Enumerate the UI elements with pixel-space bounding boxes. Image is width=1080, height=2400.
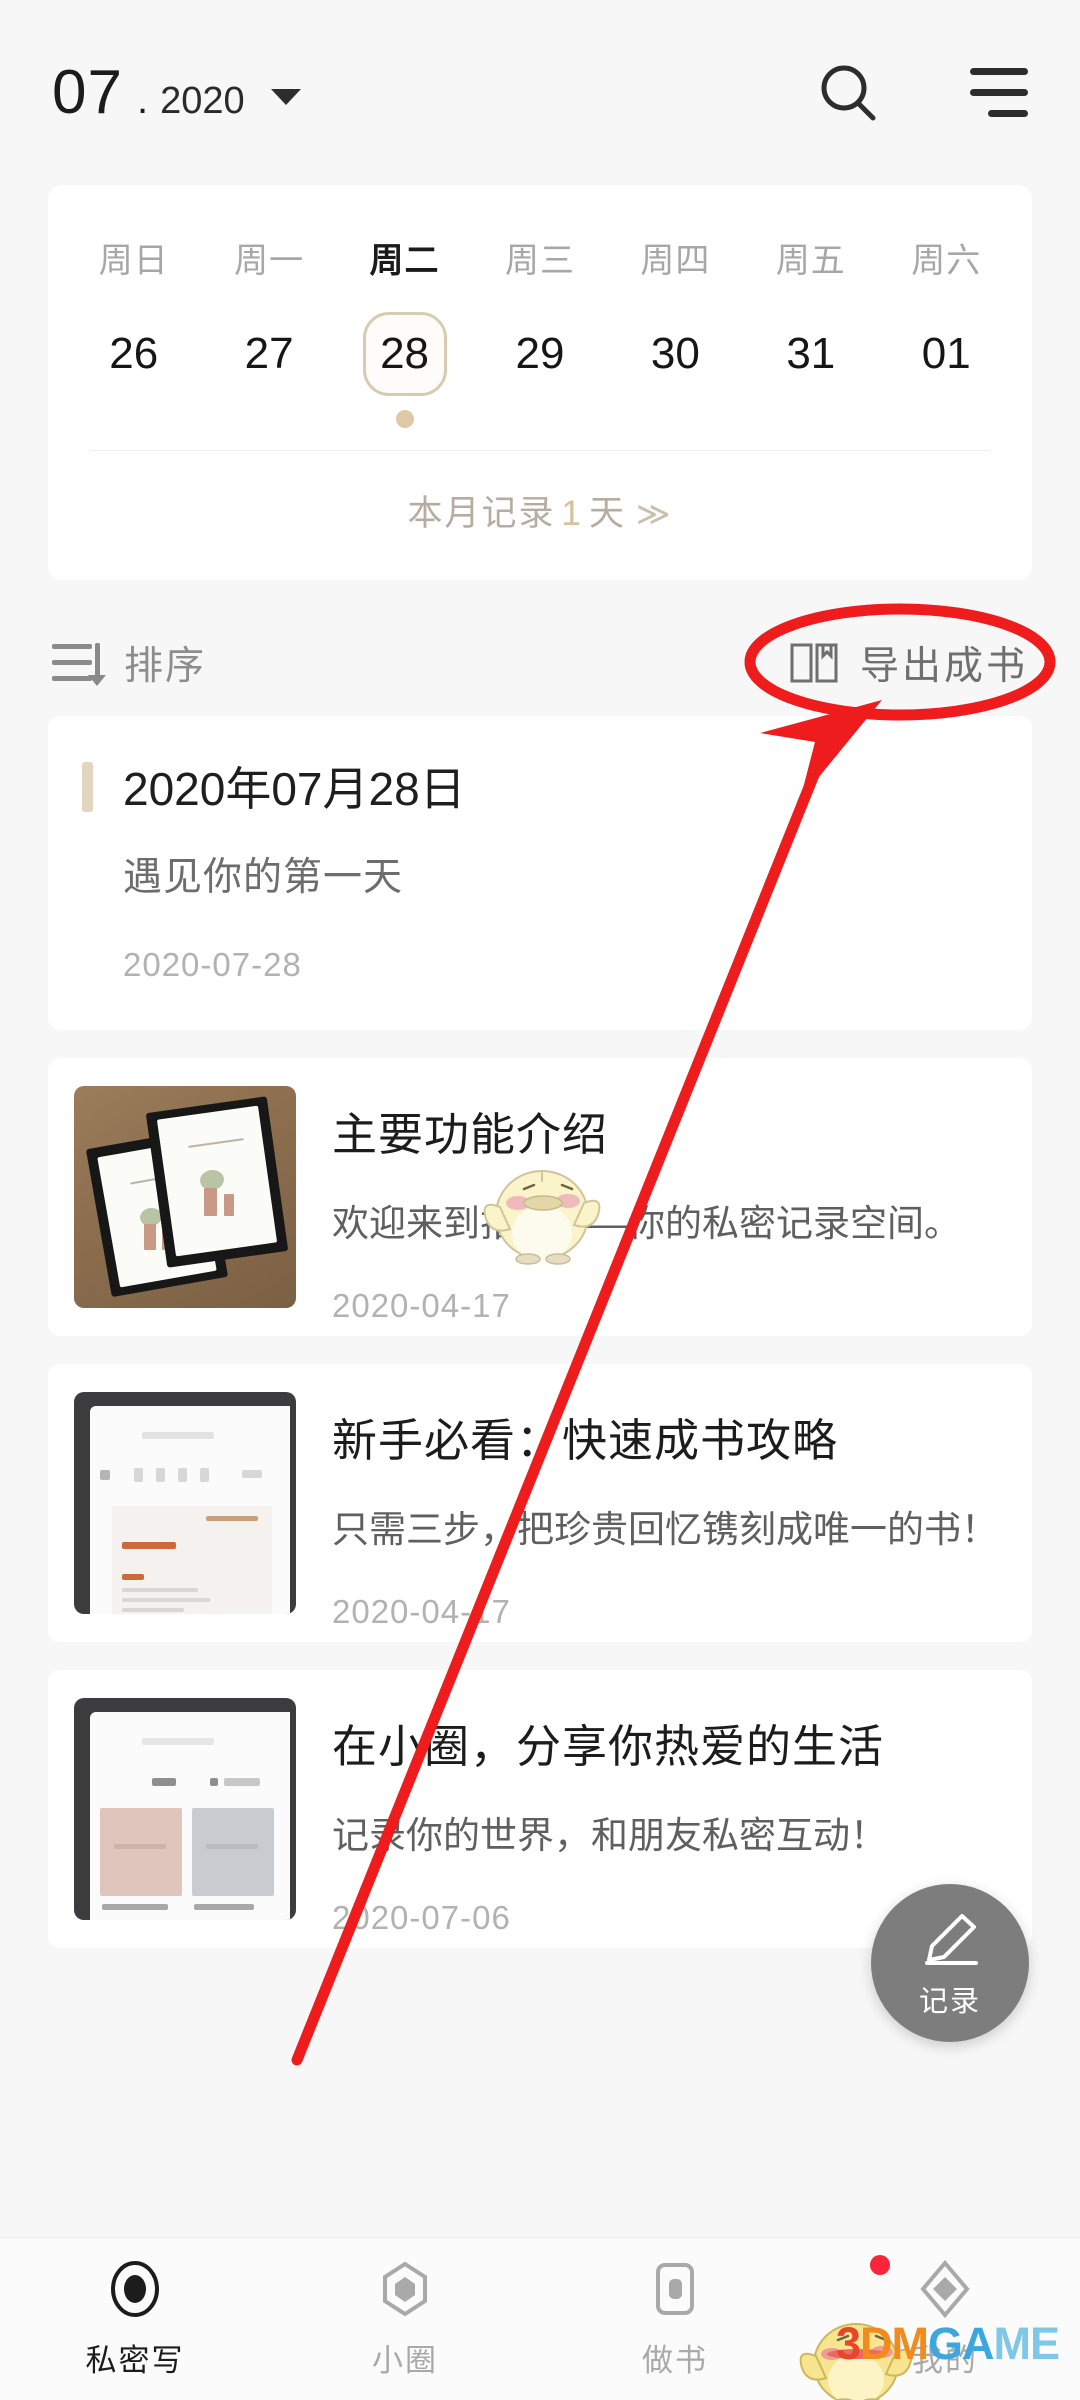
watermark-3dmgame: 3DMGAME	[836, 2318, 1060, 2370]
month-summary-toggle[interactable]: 本月记录 1 天 ≫	[48, 451, 1032, 536]
diamond-icon	[920, 2259, 970, 2318]
day-number: 26	[109, 329, 159, 378]
entry-subtitle: 遇见你的第一天	[123, 856, 404, 899]
chevron-down-icon	[270, 88, 301, 105]
month-summary-prefix: 本月记录	[407, 494, 556, 533]
calendar-weekday-cell: 周三	[472, 233, 607, 282]
calendar-weekday-cell: 周日	[66, 233, 201, 282]
chevron-double-down-icon: ≫	[635, 495, 673, 532]
entry-subtitle: 记录你的世界，和朋友私密互动！	[332, 1815, 887, 1856]
hamburger-menu-icon	[970, 68, 1028, 117]
search-button[interactable]	[818, 62, 880, 124]
calendar-day-cell[interactable]: 30	[608, 312, 743, 428]
entry-list: 2020年07月28日 遇见你的第一天 2020-07-28 主要功能介绍 欢迎…	[48, 716, 1032, 1976]
calendar-day-cell[interactable]: 26	[66, 312, 201, 428]
tab-label: 做书	[642, 2342, 708, 2378]
weekday-label: 周四	[640, 242, 711, 280]
hexagon-icon	[383, 2261, 427, 2316]
entry-text: 主要功能介绍 欢迎来到拾柒——你的私密记录空间。 2020-04-17	[296, 1058, 1032, 1336]
tab-small-circle[interactable]: 小圈	[270, 2259, 540, 2380]
entry-accent-bar	[82, 762, 93, 812]
calendar-day-row: 26 27 28 29 30 31 01	[48, 282, 1032, 428]
entry-date: 2020-07-28	[123, 946, 302, 983]
menu-button[interactable]	[970, 68, 1028, 117]
calendar-card: 周日 周一 周二 周三 周四 周五 周六 26 27 28 29 30 31 0…	[48, 185, 1032, 580]
export-to-book-button[interactable]: 导出成书	[790, 635, 1028, 691]
list-toolbar: 排序 导出成书	[0, 598, 1080, 728]
yellow-chick-sticker	[483, 1170, 601, 1265]
calendar-weekday-cell: 周五	[743, 233, 878, 282]
app-header: 07 . 2020	[0, 0, 1080, 185]
entry-date: 2020-04-17	[332, 1593, 511, 1630]
entry-title-row: 2020年07月28日	[48, 762, 1032, 812]
day-number: 31	[786, 329, 836, 378]
sort-button[interactable]: 排序	[52, 635, 206, 691]
month-year-selector[interactable]: 07 . 2020	[52, 57, 818, 128]
header-year: 2020	[160, 80, 245, 122]
open-book-icon	[790, 641, 838, 685]
tab-label: 私密写	[85, 2342, 185, 2378]
entry-title: 在小圈，分享你热爱的生活	[332, 1721, 885, 1772]
entry-subtitle: 只需三步，把珍贵回忆镌刻成唯一的书！	[332, 1509, 998, 1550]
entry-text: 新手必看：快速成书攻略 只需三步，把珍贵回忆镌刻成唯一的书！ 2020-04-1…	[296, 1364, 1032, 1642]
entry-title: 新手必看：快速成书攻略	[332, 1415, 839, 1466]
list-item[interactable]: 新手必看：快速成书攻略 只需三步，把珍贵回忆镌刻成唯一的书！ 2020-04-1…	[48, 1364, 1032, 1642]
export-label: 导出成书	[859, 645, 1028, 688]
app-screen: 07 . 2020 周日 周一 周二 周三 周四 周五 周六 26 27 28 …	[0, 0, 1080, 2400]
sort-lines-icon	[52, 641, 106, 686]
weekday-label: 周一	[234, 242, 305, 280]
calendar-day-cell[interactable]: 29	[472, 312, 607, 428]
watermark-part: ME	[993, 2318, 1060, 2369]
day-marker-dot	[395, 410, 414, 428]
weekday-label: 周六	[911, 242, 982, 280]
watermark-part: GA	[928, 2318, 994, 2369]
entry-date: 2020-04-17	[332, 1287, 511, 1324]
tab-private-write[interactable]: 私密写	[0, 2259, 270, 2380]
calendar-weekday-cell: 周一	[201, 233, 336, 282]
entry-title: 主要功能介绍	[332, 1109, 609, 1160]
filled-circle-icon	[111, 2260, 159, 2317]
day-number: 29	[515, 329, 565, 378]
book-square-icon	[656, 2262, 694, 2315]
header-actions	[818, 62, 1028, 124]
month-summary-suffix: 天	[588, 494, 626, 533]
entry-thumbnail-photo-books	[74, 1086, 296, 1308]
weekday-label: 周五	[775, 242, 846, 280]
entry-title: 2020年07月28日	[123, 763, 466, 815]
weekday-label: 周三	[504, 242, 575, 280]
calendar-weekday-row: 周日 周一 周二 周三 周四 周五 周六	[48, 185, 1032, 282]
fab-label: 记录	[918, 1986, 981, 2018]
list-item[interactable]: 在小圈，分享你热爱的生活 记录你的世界，和朋友私密互动！ 2020-07-06	[48, 1670, 1032, 1948]
calendar-weekday-cell: 周二	[337, 233, 472, 282]
calendar-weekday-cell: 周六	[879, 233, 1014, 282]
entry-subtitle: 欢迎来到拾柒——你的私密记录空间。	[332, 1203, 961, 1244]
weekday-label: 周日	[98, 242, 169, 280]
day-number: 30	[650, 329, 700, 378]
header-month: 07	[52, 58, 123, 127]
day-number: 28	[362, 312, 447, 396]
weekday-label-selected: 周二	[369, 242, 440, 280]
sort-label: 排序	[124, 645, 207, 688]
calendar-day-cell-selected[interactable]: 28	[337, 312, 472, 428]
calendar-day-cell[interactable]: 31	[743, 312, 878, 428]
entry-thumbnail-phone-gallery	[74, 1698, 296, 1920]
pencil-edit-icon	[925, 1914, 978, 1965]
month-summary-count: 1	[561, 494, 583, 533]
notification-badge-dot	[870, 2254, 890, 2275]
search-icon	[821, 65, 876, 120]
watermark-part: DM	[860, 2318, 929, 2369]
watermark-part: 3	[836, 2318, 861, 2369]
compose-record-fab[interactable]: 记录	[871, 1884, 1029, 2042]
tab-label: 小圈	[372, 2342, 438, 2378]
day-number: 27	[244, 329, 294, 378]
header-separator: .	[136, 78, 149, 122]
tab-make-book[interactable]: 做书	[540, 2259, 810, 2380]
entry-thumbnail-phone-editor	[74, 1392, 296, 1614]
day-number: 01	[921, 329, 971, 378]
calendar-day-cell[interactable]: 27	[201, 312, 336, 428]
calendar-weekday-cell: 周四	[608, 233, 743, 282]
list-item[interactable]: 2020年07月28日 遇见你的第一天 2020-07-28	[48, 716, 1032, 1030]
calendar-day-cell[interactable]: 01	[879, 312, 1014, 428]
